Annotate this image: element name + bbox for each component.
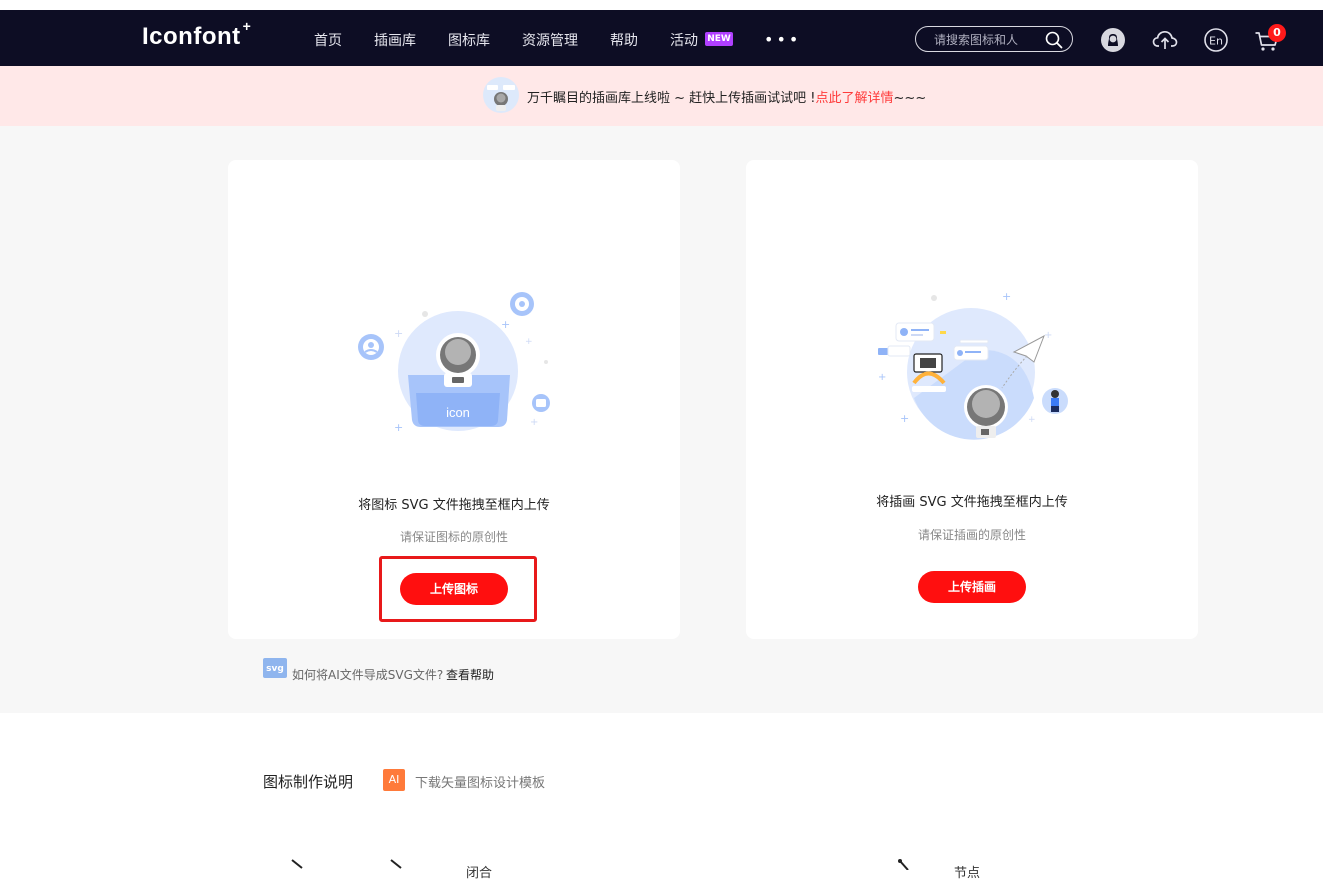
svg-text:+: +: [1028, 415, 1036, 425]
icon-guide-title: 图标制作说明: [263, 773, 354, 791]
svg-text:+: +: [530, 417, 538, 428]
svg-text:+: +: [900, 412, 909, 425]
illustration-upload-illustration: + + + + +: [878, 290, 1068, 440]
ai-file-icon: AI: [383, 769, 405, 791]
nav-resource-management[interactable]: 资源管理: [522, 30, 578, 50]
svg-text:+: +: [394, 421, 403, 434]
illustration-upload-dropzone[interactable]: + + + + + 将插画 SVG 文件拖拽至框内上传 请保证插画的原创性 上传…: [746, 160, 1198, 639]
logo-text: Iconfont: [142, 23, 241, 50]
illustration-upload-subtitle: 请保证插画的原创性: [917, 528, 1026, 542]
nav-help[interactable]: 帮助: [610, 30, 638, 50]
more-menu-icon[interactable]: •••: [764, 30, 801, 49]
svg-text:+: +: [1002, 290, 1011, 303]
github-icon[interactable]: [1099, 26, 1127, 54]
download-template-link[interactable]: 下载矢量图标设计模板: [415, 772, 545, 791]
announcement-banner: 万千瞩目的插画库上线啦 ~ 赶快上传插画试试吧 !点此了解详情~~~: [0, 66, 1323, 126]
illustration-icon-label: icon: [446, 405, 470, 420]
search-box[interactable]: [915, 26, 1073, 52]
svg-text:+: +: [525, 337, 533, 347]
banner-details-link[interactable]: 点此了解详情: [816, 91, 894, 106]
banner-tail: ~~~: [893, 91, 927, 106]
view-help-link[interactable]: 查看帮助: [446, 666, 494, 683]
iconfont-logo[interactable]: Iconfont +: [142, 18, 251, 51]
icon-upload-illustration: + + + + + icon: [358, 292, 550, 434]
nav-icon-library[interactable]: 图标库: [448, 30, 490, 50]
svg-text:+: +: [501, 318, 510, 331]
svg-file-icon: svg: [263, 658, 287, 678]
illustration-upload-title: 将插画 SVG 文件拖拽至框内上传: [876, 495, 1068, 510]
svg-text:+: +: [394, 327, 403, 340]
upload-cloud-icon[interactable]: [1151, 26, 1179, 54]
nav-activities[interactable]: 活动: [670, 30, 698, 50]
top-strip: [0, 0, 1323, 10]
arrow-glyph: [291, 859, 303, 869]
cart-count-badge: 0: [1268, 24, 1286, 42]
nav-home[interactable]: 首页: [314, 30, 342, 50]
icon-upload-subtitle: 请保证图标的原创性: [399, 530, 508, 544]
nav-illustrations[interactable]: 插画库: [374, 30, 416, 50]
closed-path-label: 闭合: [466, 866, 493, 881]
upload-illustration-button[interactable]: 上传插画: [918, 571, 1026, 603]
new-badge: NEW: [705, 32, 733, 46]
svg-help-text: 如何将AI文件导成SVG文件?: [292, 668, 444, 682]
logo-plus: +: [242, 18, 252, 34]
node-label: 节点: [954, 866, 981, 881]
search-icon[interactable]: [1045, 31, 1063, 49]
search-input[interactable]: [932, 30, 1046, 50]
icon-upload-title: 将图标 SVG 文件拖拽至框内上传: [358, 498, 550, 513]
svg-text:+: +: [878, 372, 886, 383]
top-navbar: Iconfont + 首页 插画库 图标库 资源管理 帮助 活动 NEW ••• …: [0, 10, 1323, 66]
arrow-glyph: [390, 859, 402, 869]
language-en-icon[interactable]: En: [1202, 26, 1230, 54]
svg-text:+: +: [1044, 330, 1052, 341]
highlight-frame: [379, 556, 537, 622]
astronaut-avatar-icon: [483, 77, 519, 113]
banner-message: 万千瞩目的插画库上线啦 ~ 赶快上传插画试试吧 !点此了解详情~~~: [527, 87, 926, 106]
banner-text: 万千瞩目的插画库上线啦 ~ 赶快上传插画试试吧 !: [527, 91, 816, 106]
svg-text:En: En: [1209, 35, 1223, 48]
node-glyph: [898, 859, 909, 870]
